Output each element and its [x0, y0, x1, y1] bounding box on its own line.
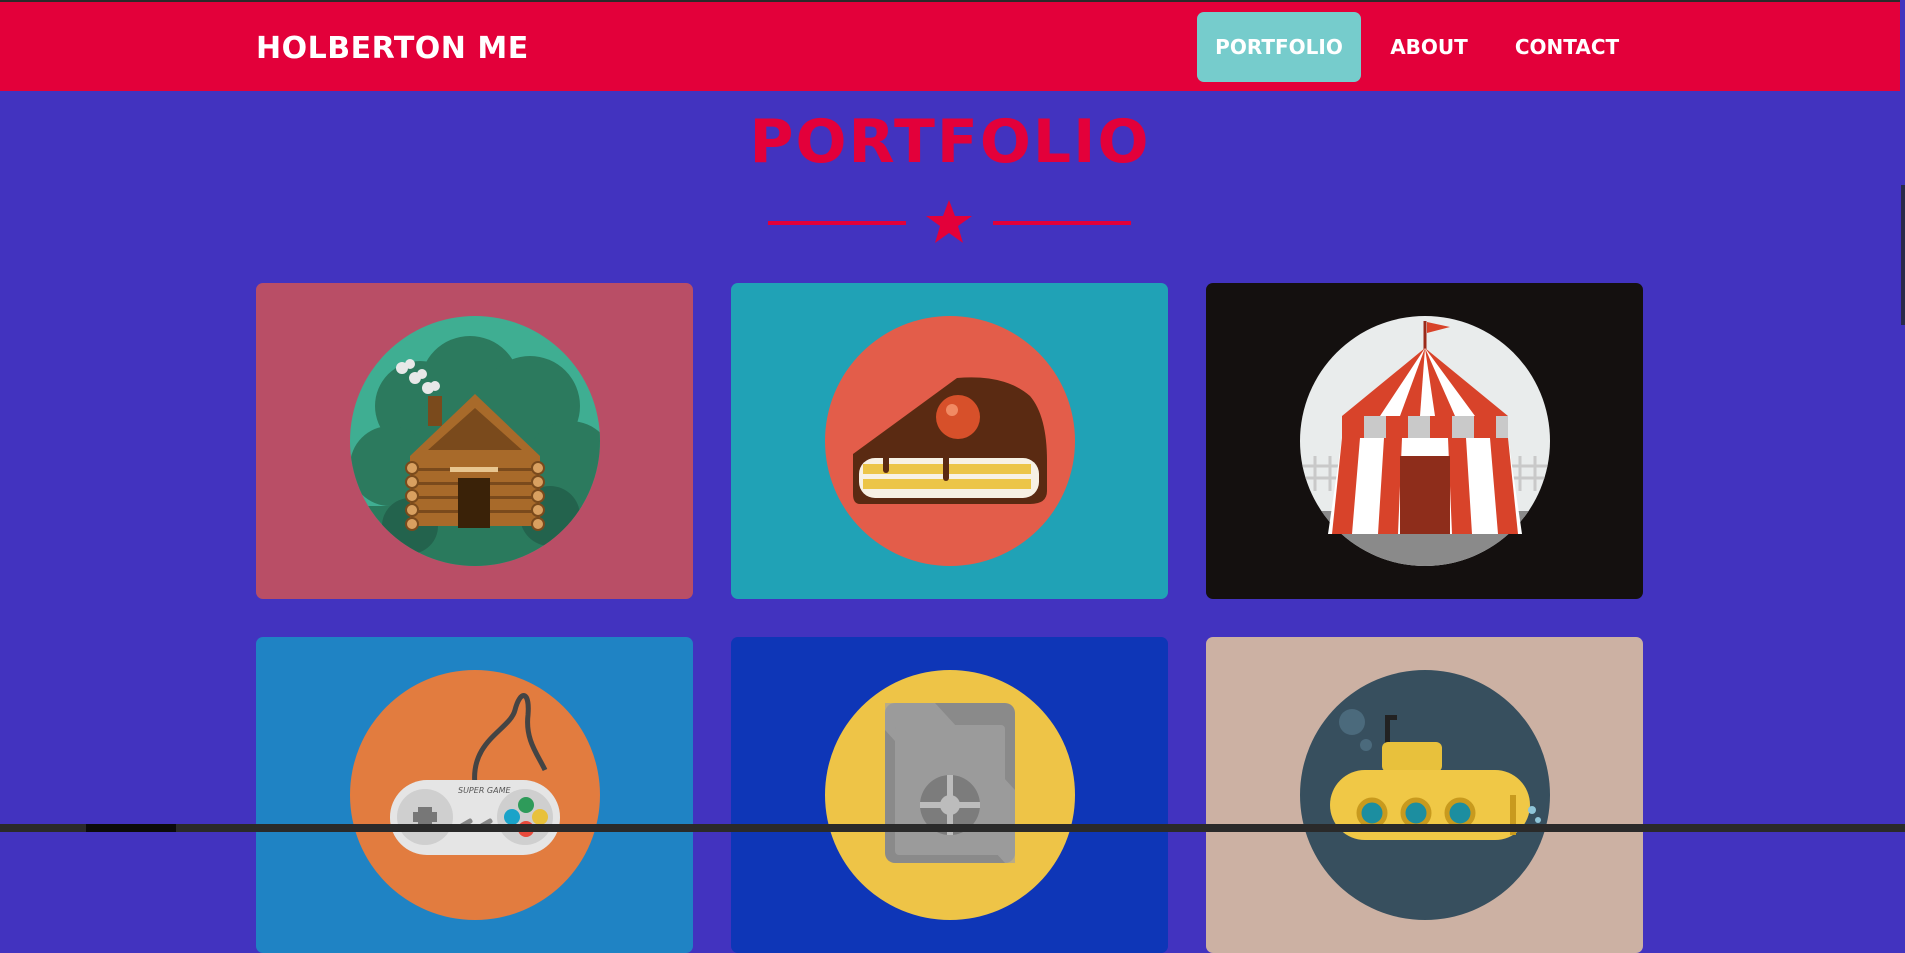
cake-slice-icon: [825, 316, 1075, 566]
horizontal-scrollbar[interactable]: [0, 824, 1905, 832]
portfolio-item-submarine[interactable]: [1206, 637, 1643, 953]
portfolio-item-cabin[interactable]: [256, 283, 693, 599]
controller-label: SUPER GAME: [458, 786, 511, 795]
brand-logo[interactable]: HOLBERTON ME: [256, 31, 529, 66]
submarine-icon: [1300, 670, 1550, 920]
portfolio-item-safe[interactable]: [731, 637, 1168, 953]
navbar: HOLBERTON ME PORTFOLIO ABOUT CONTACT: [0, 2, 1900, 91]
scrollbar-thumb[interactable]: [1901, 185, 1905, 325]
section-title: PORTFOLIO: [749, 107, 1151, 177]
horizontal-scrollbar-thumb[interactable]: [86, 824, 176, 832]
portfolio-item-controller[interactable]: SUPER GAME: [256, 637, 693, 953]
portfolio-item-cake[interactable]: [731, 283, 1168, 599]
vertical-scrollbar[interactable]: [1900, 0, 1905, 832]
nav-about[interactable]: ABOUT: [1378, 12, 1480, 82]
star-divider: [768, 200, 1131, 243]
portfolio-item-circus[interactable]: [1206, 283, 1643, 599]
nav-contact[interactable]: CONTACT: [1500, 12, 1634, 82]
log-cabin-icon: [350, 316, 600, 566]
star-icon: [926, 200, 972, 243]
game-controller-icon: SUPER GAME: [350, 670, 600, 920]
safe-icon: [825, 670, 1075, 920]
circus-tent-icon: [1300, 316, 1550, 566]
nav-portfolio[interactable]: PORTFOLIO: [1197, 12, 1361, 82]
